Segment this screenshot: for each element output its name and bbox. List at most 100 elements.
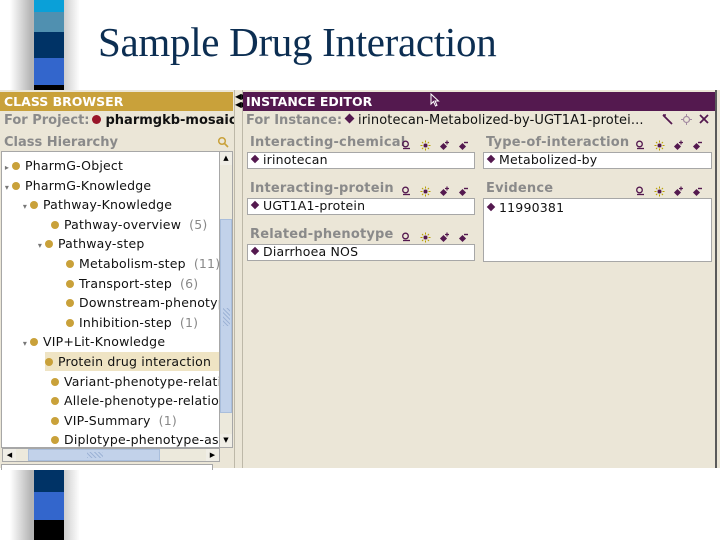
decorative-bar-segment [34, 492, 64, 520]
mouse-cursor-icon [430, 92, 440, 110]
view-icon[interactable] [401, 228, 412, 242]
tree-node[interactable]: Metabolism-step (11) [50, 254, 220, 273]
view-icon[interactable] [401, 136, 412, 150]
decorative-bar-segment [34, 58, 64, 85]
create-icon[interactable] [420, 182, 431, 197]
scroll-up-button[interactable]: ▲ [220, 152, 232, 165]
interacting-protein-field[interactable]: UGT1A1-protein [247, 198, 475, 215]
create-icon[interactable] [420, 228, 431, 243]
class-icon [51, 220, 59, 229]
scrollbar-thumb[interactable] [28, 449, 160, 461]
for-instance-row: For Instance: irinotecan-Metabolized-by-U… [246, 112, 644, 130]
horizontal-scrollbar[interactable]: ◀ ▶ [2, 448, 220, 462]
add-icon[interactable] [673, 182, 684, 197]
expanded-arrow-icon[interactable]: ▾ [20, 334, 30, 353]
class-icon [66, 318, 74, 327]
collapsed-arrow-icon[interactable]: ▸ [2, 158, 12, 177]
wand-icon[interactable] [661, 113, 674, 129]
create-icon[interactable] [654, 182, 665, 197]
tree-node-label: Downstream-phenotyp [79, 295, 220, 311]
class-icon [51, 436, 59, 445]
class-browser-panel: CLASS BROWSER For Project: pharmgkb-mosai… [0, 90, 237, 470]
create-icon[interactable] [654, 136, 665, 151]
protege-window: CLASS BROWSER For Project: pharmgkb-mosai… [0, 90, 720, 470]
scroll-left-button[interactable]: ◀ [3, 449, 16, 461]
decorative-bar-segment [34, 520, 64, 540]
tree-node[interactable]: ▾ VIP+Lit-Knowledge [20, 332, 165, 351]
close-icon[interactable] [698, 113, 710, 128]
slot-action-group [401, 136, 469, 151]
tree-node-label: Allele-phenotype-relatio [64, 393, 219, 409]
add-icon[interactable] [439, 136, 450, 151]
class-tree[interactable]: ▸ PharmG-Object ▾ PharmG-Knowledge ▾ Pathway-… [1, 151, 220, 448]
view-icon[interactable] [401, 182, 412, 196]
instance-icon [486, 154, 496, 164]
class-tree-container: ▸ PharmG-Object ▾ PharmG-Knowledge ▾ Pathway-… [1, 151, 234, 467]
tree-node[interactable]: Allele-phenotype-relatio [35, 391, 219, 410]
instance-icon [250, 246, 260, 256]
vertical-scrollbar[interactable]: ▲ ▼ [220, 151, 233, 448]
scrollbar-thumb[interactable] [220, 219, 232, 413]
tree-node[interactable]: Inhibition-step (1) [50, 313, 198, 332]
class-browser-footer-field [1, 464, 213, 470]
tree-node-label: Diplotype-phenotype-ass [64, 432, 220, 448]
slot-label-interacting-protein: Interacting-protein [250, 181, 394, 196]
scrollbar-grip [87, 452, 103, 458]
remove-icon[interactable] [692, 182, 703, 197]
for-project-row: For Project: pharmgkb-mosaic [4, 112, 237, 130]
evidence-list[interactable]: 11990381 [483, 198, 712, 262]
add-icon[interactable] [439, 228, 450, 243]
instance-name: irinotecan-Metabolized-by-UGT1A1-protei.… [358, 113, 644, 128]
interacting-chemical-field[interactable]: irinotecan [247, 152, 475, 169]
instance-count: (1) [179, 314, 199, 330]
tree-node[interactable]: Transport-step (6) [50, 274, 198, 293]
slot-label-type-of-interaction: Type-of-interaction [486, 135, 630, 150]
class-icon [66, 260, 74, 268]
decorative-bar-segment [34, 12, 64, 32]
tree-node[interactable]: ▸ PharmG-Object [2, 156, 123, 175]
for-instance-label: For Instance: [246, 113, 343, 128]
instance-icon [250, 200, 260, 210]
tree-node[interactable]: Protein drug interaction [45, 352, 219, 371]
related-phenotype-field[interactable]: Diarrhoea NOS [247, 244, 475, 261]
hide-icon[interactable] [680, 113, 693, 129]
tree-node[interactable]: Downstream-phenotyp [50, 293, 220, 312]
expanded-arrow-icon[interactable]: ▾ [2, 178, 12, 197]
for-project-label: For Project: [4, 113, 90, 128]
tree-node[interactable]: ▾ Pathway-step [35, 234, 144, 253]
create-icon[interactable] [420, 136, 431, 151]
type-of-interaction-field[interactable]: Metabolized-by [483, 152, 712, 169]
remove-icon[interactable] [458, 228, 469, 243]
tree-node[interactable]: VIP-Summary (1) [35, 411, 177, 430]
slot-action-group [635, 136, 703, 151]
expanded-arrow-icon[interactable]: ▾ [20, 197, 30, 216]
remove-icon[interactable] [692, 136, 703, 151]
class-icon [45, 240, 53, 249]
slot-value: 11990381 [499, 200, 565, 215]
class-icon [51, 416, 59, 425]
add-icon[interactable] [439, 182, 450, 197]
tree-node[interactable]: Diplotype-phenotype-ass [35, 430, 220, 448]
panel-splitter[interactable]: ◀▶ ◀▶ [234, 90, 247, 468]
search-icon[interactable] [217, 136, 230, 149]
tree-node[interactable]: Variant-phenotype-relati [35, 372, 219, 391]
tree-node[interactable]: ▾ Pathway-Knowledge [20, 195, 172, 214]
class-icon [12, 162, 20, 170]
scroll-down-button[interactable]: ▼ [220, 434, 232, 447]
tree-node[interactable]: Pathway-overview (5) [35, 215, 207, 234]
add-icon[interactable] [673, 136, 684, 151]
class-icon [12, 181, 20, 190]
remove-icon[interactable] [458, 182, 469, 197]
instance-count: (5) [189, 216, 208, 232]
scroll-right-button[interactable]: ▶ [206, 449, 219, 461]
remove-icon[interactable] [458, 136, 469, 151]
project-icon [92, 115, 102, 124]
view-icon[interactable] [635, 182, 646, 196]
slide-title: Sample Drug Interaction [98, 19, 497, 65]
class-icon [45, 358, 53, 366]
tree-node[interactable]: ▾ PharmG-Knowledge [2, 176, 151, 195]
class-hierarchy-label: Class Hierarchy [4, 135, 118, 150]
expanded-arrow-icon[interactable]: ▾ [35, 236, 45, 255]
instance-count: (11) [193, 256, 220, 271]
view-icon[interactable] [635, 136, 646, 150]
